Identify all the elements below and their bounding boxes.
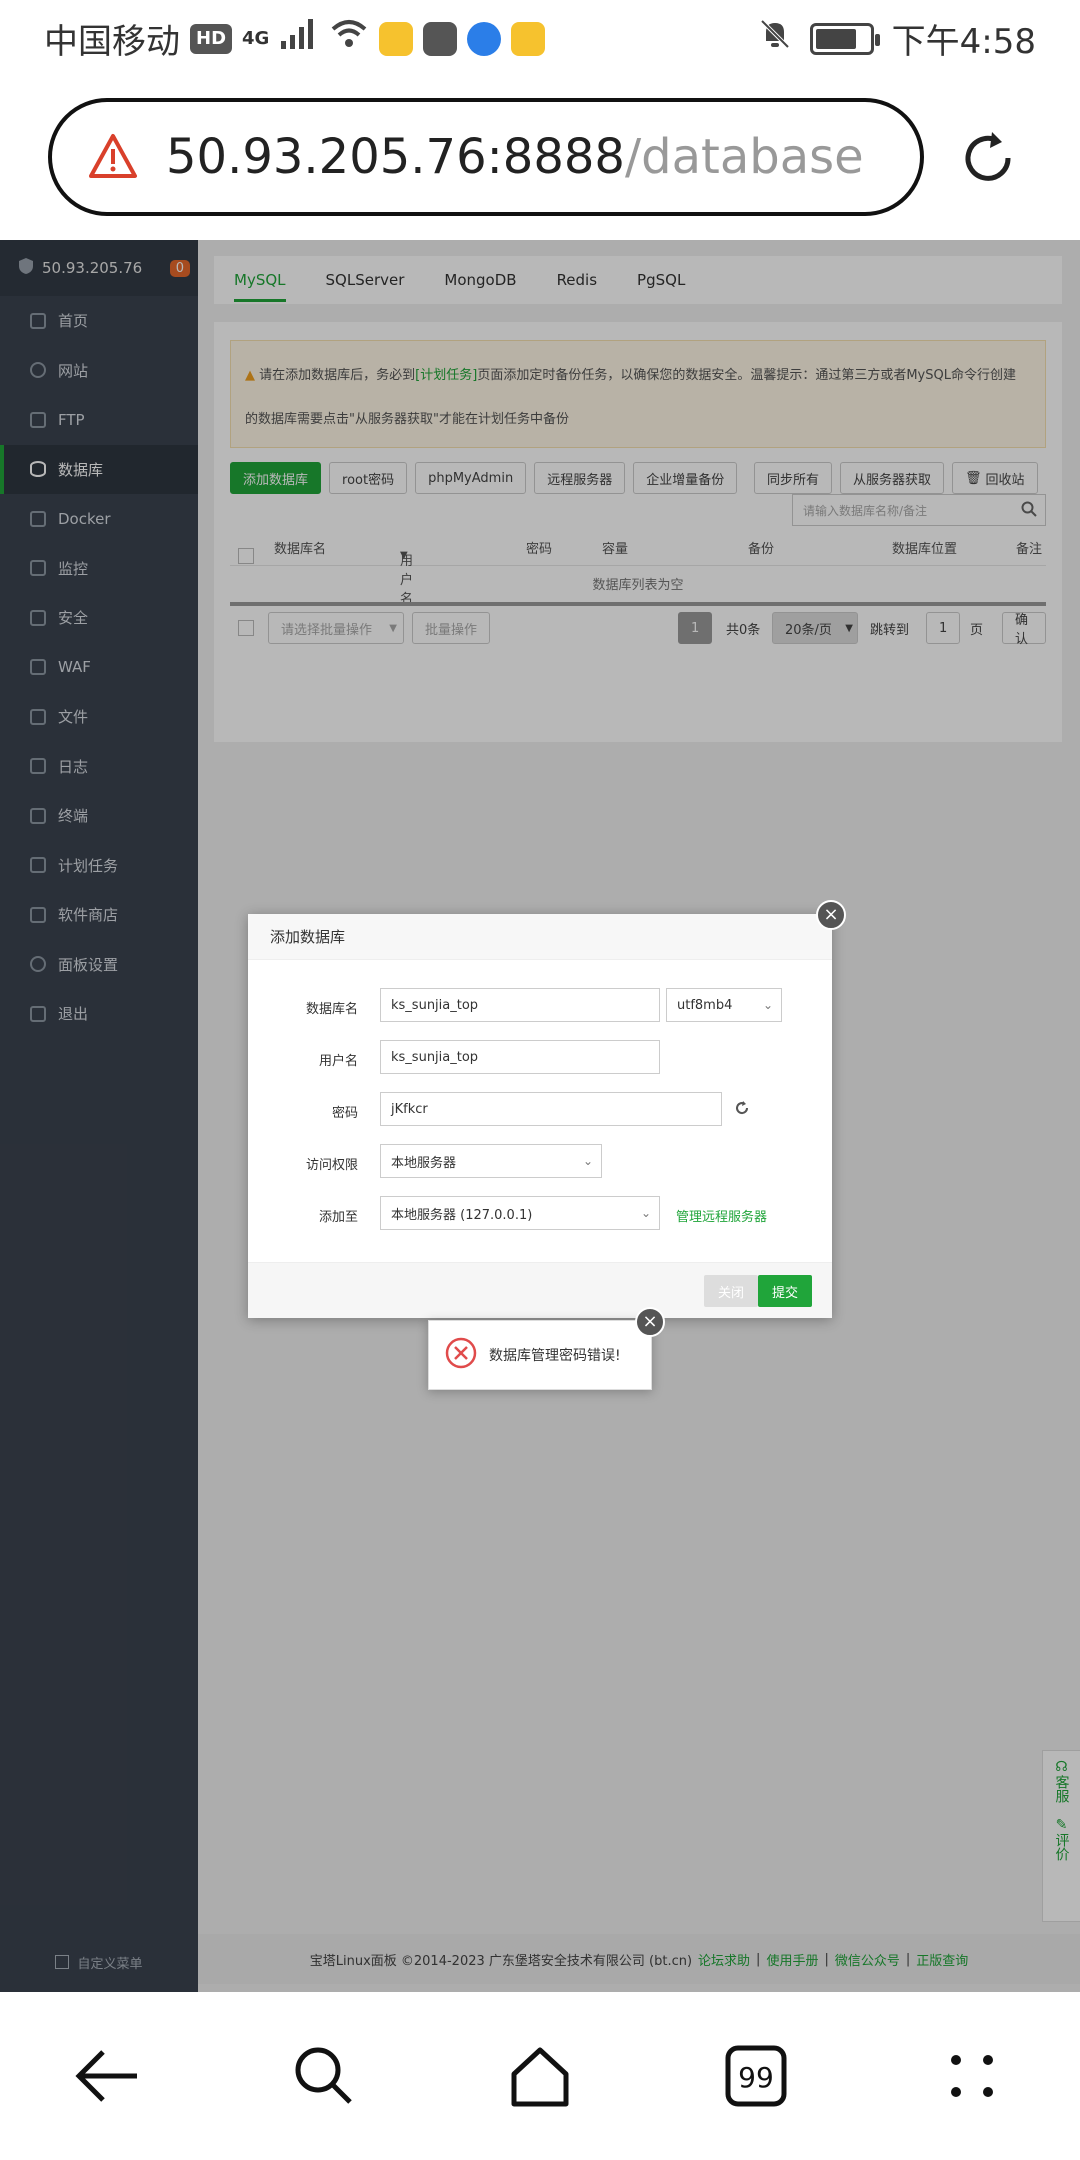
network-label: 4G bbox=[242, 28, 270, 49]
error-icon bbox=[445, 1337, 477, 1373]
add-to-label: 添加至 bbox=[318, 1210, 358, 1225]
password-label: 密码 bbox=[331, 1106, 358, 1121]
browser-app-icon bbox=[467, 21, 502, 56]
menu-icon[interactable] bbox=[932, 2036, 1012, 2116]
charset-value: utf8mb4 bbox=[677, 997, 733, 1013]
password-row: 密码 jKfkcr bbox=[248, 1092, 832, 1128]
warning-icon bbox=[89, 134, 137, 178]
huawei-app-icon bbox=[423, 21, 458, 56]
reload-icon[interactable] bbox=[956, 126, 1020, 190]
user-row: 用户名 ks_sunjia_top bbox=[248, 1040, 832, 1076]
add-to-select[interactable]: 本地服务器 (127.0.0.1) ⌄ bbox=[380, 1196, 660, 1230]
battery-icon bbox=[809, 22, 880, 55]
db-name-label: 数据库名 bbox=[305, 1002, 358, 1017]
password-input[interactable]: jKfkcr bbox=[380, 1092, 722, 1126]
web-content: 50.93.205.76 0 首页 网站 FTP 数据库 Docker 监控 安… bbox=[0, 240, 1080, 1992]
signal-icon bbox=[279, 17, 319, 60]
manage-remote-link[interactable]: 管理远程服务器 bbox=[676, 1206, 767, 1225]
db-name-row: 数据库名 ks_sunjia_top utf8mb4 ⌄ bbox=[248, 988, 832, 1024]
add-to-value: 本地服务器 (127.0.0.1) bbox=[391, 1207, 533, 1223]
back-icon[interactable] bbox=[68, 2036, 148, 2116]
search-icon[interactable] bbox=[284, 2036, 364, 2116]
carrier-label: 中国移动 bbox=[44, 22, 180, 62]
access-value: 本地服务器 bbox=[391, 1155, 457, 1171]
user-label: 用户名 bbox=[318, 1054, 358, 1069]
submit-button[interactable]: 提交 bbox=[758, 1275, 813, 1307]
charset-select[interactable]: utf8mb4 ⌄ bbox=[666, 988, 782, 1022]
chevron-down-icon: ⌄ bbox=[582, 1154, 593, 1168]
dialog-close-icon[interactable]: × bbox=[816, 900, 846, 930]
address-bar[interactable]: 50.93.205.76:8888/database bbox=[48, 98, 924, 216]
browser-bottom-nav: 99 bbox=[0, 1992, 1080, 2160]
access-select[interactable]: 本地服务器 ⌄ bbox=[380, 1144, 602, 1178]
mute-bell-icon bbox=[758, 17, 792, 60]
user-input[interactable]: ks_sunjia_top bbox=[380, 1040, 660, 1074]
db-name-input[interactable]: ks_sunjia_top bbox=[380, 988, 660, 1022]
toast-close-icon[interactable]: × bbox=[635, 1307, 665, 1337]
add-to-row: 添加至 本地服务器 (127.0.0.1) ⌄ 管理远程服务器 bbox=[248, 1196, 832, 1232]
clock: 下午4:58 bbox=[891, 22, 1036, 62]
error-toast: 数据库管理密码错误! × bbox=[428, 1307, 665, 1390]
url-host: 50.93.205.76:8888 bbox=[166, 129, 625, 185]
chevron-down-icon: ⌄ bbox=[762, 998, 773, 1012]
status-bar: 中国移动 HD 4G 下午4:58 bbox=[0, 0, 1080, 76]
chevron-down-icon: ⌄ bbox=[640, 1206, 651, 1220]
dialog-footer: 关闭 提交 bbox=[248, 1262, 832, 1318]
refresh-icon[interactable] bbox=[734, 1100, 750, 1120]
home-icon[interactable] bbox=[500, 2036, 580, 2116]
access-row: 访问权限 本地服务器 ⌄ bbox=[248, 1144, 832, 1180]
wifi-icon bbox=[329, 17, 369, 60]
hd-badge: HD bbox=[190, 23, 233, 54]
url-path: /database bbox=[624, 129, 864, 185]
mail-app-icon-2 bbox=[511, 21, 546, 56]
svg-text:99: 99 bbox=[738, 2061, 774, 2094]
dialog-title: 添加数据库 bbox=[248, 914, 832, 960]
add-database-dialog: 添加数据库 × 数据库名 ks_sunjia_top utf8mb4 ⌄ 用户名 … bbox=[248, 900, 846, 1318]
access-label: 访问权限 bbox=[305, 1158, 358, 1173]
close-button[interactable]: 关闭 bbox=[704, 1275, 759, 1307]
error-message: 数据库管理密码错误! bbox=[489, 1348, 621, 1364]
mail-app-icon bbox=[379, 21, 414, 56]
tabs-icon[interactable]: 99 bbox=[716, 2036, 796, 2116]
